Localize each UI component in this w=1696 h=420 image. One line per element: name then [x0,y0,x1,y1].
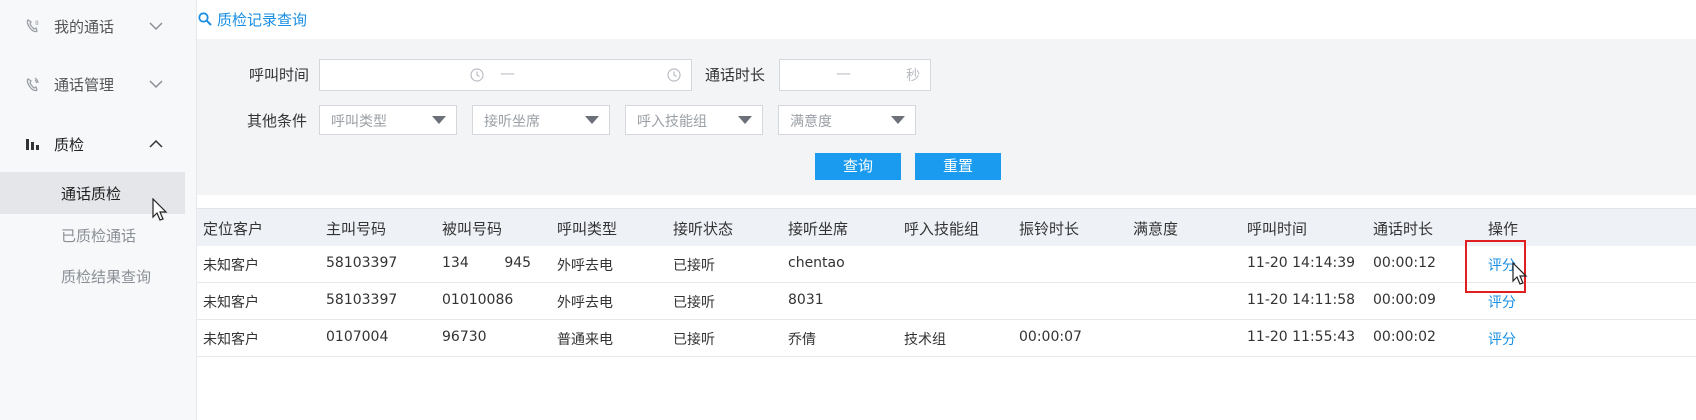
date-separator: — [500,64,515,82]
main-content: 质检记录查询 呼叫时间 — 通话时长 — 秒 其他条件 呼叫类型 接听坐席 呼入… [197,0,1696,420]
dropdown-arrow-icon [891,116,905,124]
bar-chart-icon [26,139,39,150]
nav-group-label: 通话管理 [54,76,115,94]
query-button[interactable]: 查询 [815,153,901,180]
filter-panel: 呼叫时间 — 通话时长 — 秒 其他条件 呼叫类型 接听坐席 呼入技能组 满意度… [197,39,1696,195]
nav-group-label: 质检 [54,136,85,154]
search-icon [198,12,212,26]
table-row: 未知客户 0107004 96730 普通来电 已接听 乔倩 技术组 00:00… [197,320,1696,357]
dropdown-arrow-icon [585,116,599,124]
score-link[interactable]: 评分 [1488,329,1516,349]
sidebar-item-label: 已质检通话 [61,227,137,245]
column-header: 呼入技能组 [904,220,980,238]
satisfaction-select[interactable]: 满意度 [778,105,916,135]
page-title: 质检记录查询 [198,8,307,30]
column-header: 主叫号码 [326,220,387,238]
chevron-down-icon [149,22,163,31]
dropdown-arrow-icon [432,116,446,124]
column-header: 定位客户 [203,220,264,238]
phone-signal-icon [26,77,39,92]
duration-label: 通话时长 [705,66,766,84]
phone-icon: 8 [26,19,39,33]
chevron-up-icon [149,139,163,148]
nav-group-quality-check[interactable]: 质检 [0,126,197,162]
clock-icon [667,68,681,82]
call-time-range-input[interactable]: — [319,59,692,91]
column-header: 满意度 [1133,220,1179,238]
answering-agent-select[interactable]: 接听坐席 [472,105,610,135]
sidebar-item-qc-results[interactable]: 质检结果查询 [0,255,185,297]
column-header: 振铃时长 [1019,220,1080,238]
mouse-cursor-icon [1512,262,1528,285]
duration-unit: 秒 [906,68,920,84]
score-link[interactable]: 评分 [1488,292,1516,312]
column-header: 呼叫时间 [1247,220,1308,238]
inbound-skill-group-select[interactable]: 呼入技能组 [625,105,763,135]
duration-range-input[interactable]: — 秒 [779,59,931,91]
sidebar-item-label: 通话质检 [61,185,122,203]
call-time-label: 呼叫时间 [249,66,310,84]
reset-button[interactable]: 重置 [915,153,1001,180]
call-type-select[interactable]: 呼叫类型 [319,105,457,135]
chevron-down-icon [149,80,163,89]
nav-group-label: 我的通话 [54,18,115,36]
column-header: 通话时长 [1373,220,1434,238]
column-header: 呼叫类型 [557,220,618,238]
other-conditions-label: 其他条件 [247,112,308,130]
clock-icon [470,68,484,82]
duration-separator: — [836,64,851,82]
column-header: 操作 [1488,220,1519,238]
dropdown-arrow-icon [738,116,752,124]
svg-text:8: 8 [35,20,39,27]
nav-group-my-calls[interactable]: 8 我的通话 [0,8,197,44]
page-title-text: 质检记录查询 [217,10,308,29]
column-header: 被叫号码 [442,220,503,238]
sidebar-item-label: 质检结果查询 [61,268,152,286]
column-header: 接听坐席 [788,220,849,238]
mouse-cursor-icon [152,198,168,221]
column-header: 接听状态 [673,220,734,238]
nav-group-call-management[interactable]: 通话管理 [0,66,197,102]
